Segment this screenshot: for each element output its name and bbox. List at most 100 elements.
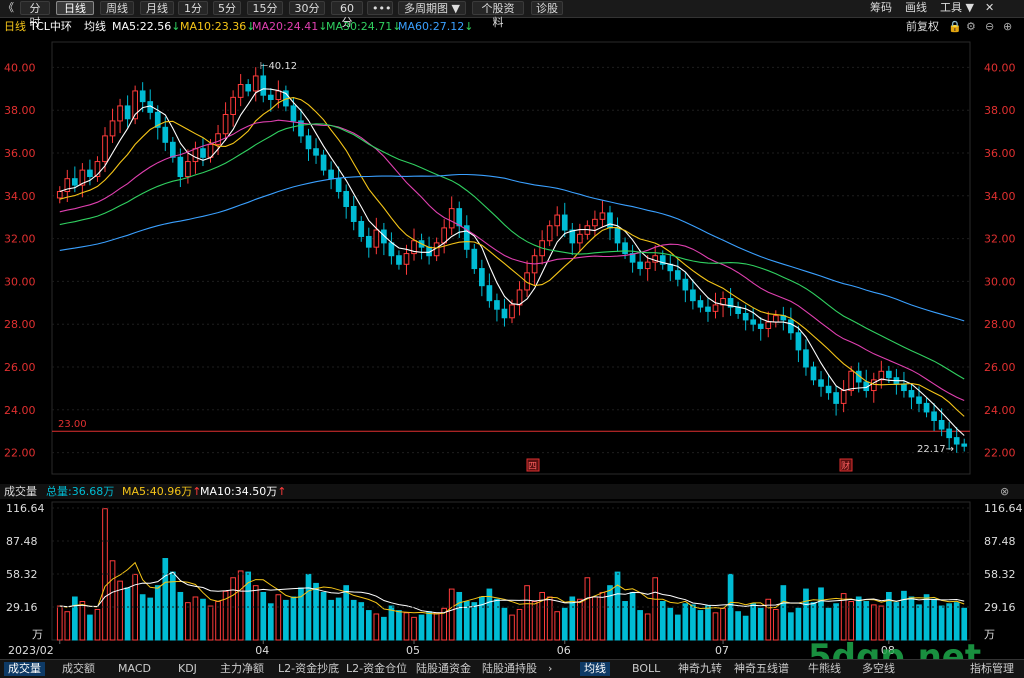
volume-bar (855, 596, 862, 641)
volume-bar (893, 602, 900, 641)
ma60-line (59, 173, 965, 322)
volume-bar (644, 613, 651, 641)
candle-body (576, 233, 583, 244)
price-tick-right: 34.00 (984, 190, 1016, 203)
volume-bar (267, 603, 274, 641)
price-tick-left: 34.00 (4, 190, 36, 203)
chart-area[interactable]: 40.00 40.00 38.00 38.00 36.00 36.00 34.00 34.00… (0, 0, 1024, 660)
volume-tick-right: 116.64 (984, 502, 1023, 515)
volume-tick-left: 116.64 (6, 502, 45, 515)
volume-bar (177, 591, 184, 641)
candle-body (252, 75, 259, 92)
volume-bar (780, 585, 787, 641)
volume-bar (923, 594, 930, 641)
tabs-scroll-icon[interactable]: › (548, 662, 552, 676)
volume-bar (479, 596, 485, 641)
tab-15[interactable]: 指标管理 (970, 662, 1014, 676)
volume-bar (931, 598, 937, 641)
candle-body (592, 218, 598, 227)
volume-tick-right: 87.48 (984, 535, 1016, 548)
volume-bar (554, 611, 561, 641)
volume-bar (938, 605, 945, 641)
candle-body (961, 443, 968, 447)
tab-3[interactable]: KDJ (178, 662, 197, 676)
candle-body (275, 90, 282, 101)
volume-bar (494, 598, 500, 641)
tab-7[interactable]: 陆股通资金 (416, 662, 471, 676)
volume-bar (365, 610, 372, 641)
volume-bar (720, 607, 726, 641)
tab-0[interactable]: 成交量 (4, 662, 45, 676)
volume-bar (584, 577, 591, 641)
volume-unit-right: 万 (984, 628, 995, 641)
tab-10[interactable]: BOLL (632, 662, 660, 676)
candle-body (614, 227, 621, 244)
max-price-label: ⊢40.12 (260, 61, 297, 72)
price-tick-right: 38.00 (984, 104, 1016, 117)
price-tick-right: 22.00 (984, 447, 1016, 460)
tab-2[interactable]: MACD (118, 662, 151, 676)
price-tick-left: 32.00 (4, 233, 36, 246)
tab-13[interactable]: 牛熊线 (808, 662, 841, 676)
price-tick-right: 28.00 (984, 318, 1016, 331)
tab-14[interactable]: 多空线 (862, 662, 895, 676)
tab-1[interactable]: 成交额 (62, 662, 95, 676)
volume-bar (772, 608, 779, 641)
volume-bar (742, 615, 749, 641)
tab-6[interactable]: L2-资金仓位 (346, 662, 407, 676)
price-tick-left: 40.00 (4, 61, 36, 74)
volume-title: 成交量 (4, 485, 37, 498)
candle-body (886, 370, 892, 379)
candle-body (810, 366, 817, 381)
x-label: 07 (715, 644, 729, 657)
tab-12[interactable]: 神奇五线谱 (734, 662, 789, 676)
tab-8[interactable]: 陆股通持股 (482, 662, 537, 676)
candle-body (923, 402, 930, 413)
candle-body (117, 105, 123, 122)
volume-bar (448, 588, 455, 641)
tab-9[interactable]: 均线 (580, 662, 610, 676)
candle-body (260, 75, 267, 96)
volume-bar (162, 558, 169, 641)
volume-ma5: MA5:40.96万↑ (122, 485, 202, 498)
volume-bar (697, 610, 704, 641)
candle-body (795, 332, 802, 351)
candle-body (87, 169, 93, 178)
candle-body (230, 96, 236, 115)
candle-body (328, 169, 334, 180)
tab-11[interactable]: 神奇九转 (678, 662, 722, 676)
tab-4[interactable]: 主力净额 (220, 662, 264, 676)
volume-bar (403, 612, 410, 641)
price-tick-left: 24.00 (4, 404, 36, 417)
candle-body (509, 304, 515, 319)
volume-bar (343, 585, 350, 641)
volume-bar (803, 588, 809, 641)
volume-bar (667, 607, 674, 641)
volume-tick-left: 29.16 (6, 601, 38, 614)
volume-tick-right: 58.32 (984, 568, 1016, 581)
volume-bar (509, 614, 515, 641)
volume-bar (411, 616, 417, 641)
volume-bar (275, 594, 282, 641)
volume-bar (810, 602, 817, 641)
candle-body (750, 319, 757, 325)
volume-close-icon[interactable]: ⊗ (1000, 485, 1009, 499)
candle-body (396, 255, 402, 265)
volume-bar (207, 605, 214, 641)
x-label: 04 (255, 644, 269, 657)
candle-body (313, 148, 319, 156)
event-marker-1-label: 四 (528, 462, 537, 472)
price-tick-left: 36.00 (4, 147, 36, 160)
volume-unit-left: 万 (32, 628, 43, 641)
candle-body (788, 319, 794, 334)
candle-body (833, 392, 839, 404)
candle-body (818, 379, 824, 387)
volume-bar (569, 596, 576, 641)
tab-5[interactable]: L2-资金抄底 (278, 662, 339, 676)
price-tick-right: 32.00 (984, 233, 1016, 246)
candle-body (109, 120, 116, 137)
candle-body (267, 94, 274, 101)
volume-bar (637, 610, 643, 641)
volume-bar (313, 582, 319, 641)
volume-bar (524, 585, 530, 641)
